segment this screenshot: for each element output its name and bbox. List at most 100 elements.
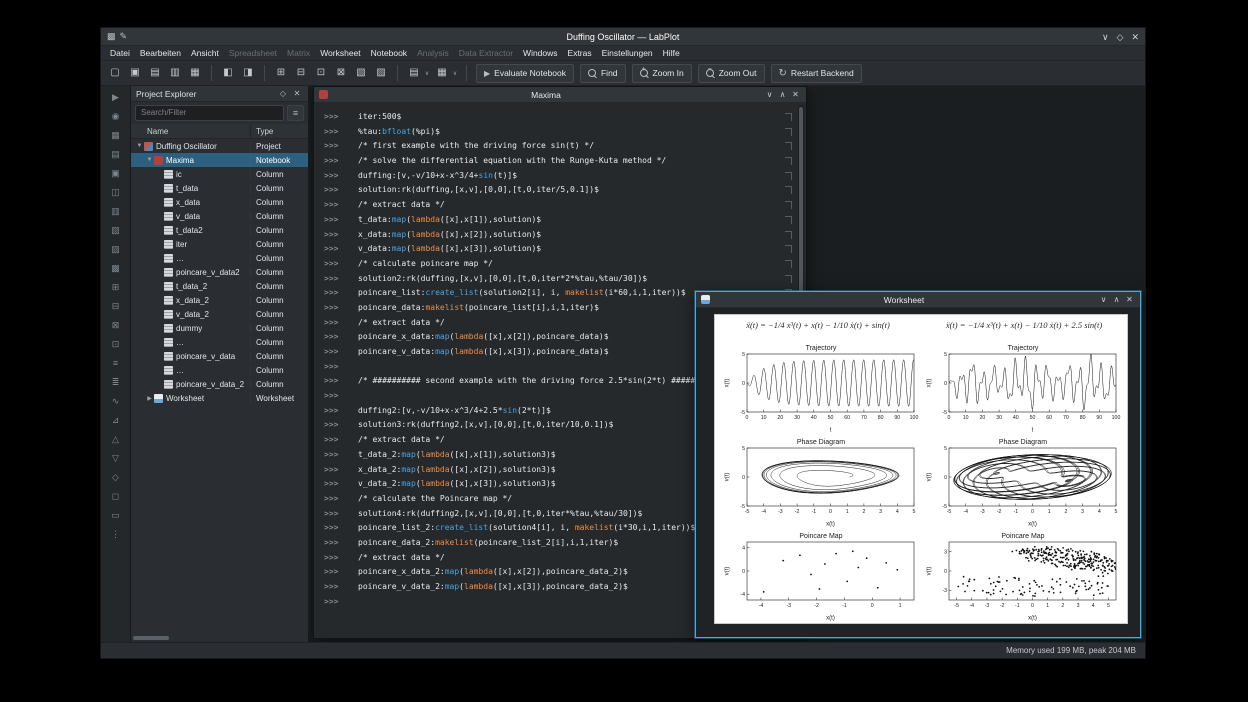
new-matrix-icon[interactable]: ⊞ xyxy=(272,64,290,82)
tree-row-ellipsis[interactable]: … Column xyxy=(131,363,308,377)
tree-row-t-data2[interactable]: t_data2 Column xyxy=(131,223,308,237)
menu-bearbeiten[interactable]: Bearbeiten xyxy=(135,48,186,58)
tree-row-ellipsis[interactable]: … Column xyxy=(131,251,308,265)
tree-row-dummy[interactable]: dummy Column xyxy=(131,321,308,335)
tree-row-poincare-v-data-2[interactable]: poincare_v_data_2 Column xyxy=(131,377,308,391)
new-workbook-icon[interactable]: ◧ xyxy=(219,64,237,82)
document-save-icon[interactable]: ▤ xyxy=(146,64,164,82)
tree-row-poincare-v-data2[interactable]: poincare_v_data2 Column xyxy=(131,265,308,279)
dock-tool-icon-7[interactable]: ▧ xyxy=(108,222,124,238)
plot-trajectory-2[interactable]: Trajectory0 10 20 30 40 50 60 70 80 90 100-505tx(t… xyxy=(925,341,1121,433)
dock-tool-icon-3[interactable]: ▤ xyxy=(108,146,124,162)
new-worksheet-icon[interactable]: ⊟ xyxy=(292,64,310,82)
dock-tool-icon-6[interactable]: ▥ xyxy=(108,203,124,219)
tree-row-x-data-2[interactable]: x_data_2 Column xyxy=(131,293,308,307)
new-datasource-icon[interactable]: ⊠ xyxy=(332,64,350,82)
dock-tool-icon-14[interactable]: ≡ xyxy=(108,355,124,371)
plot-poincare-2[interactable]: Poincare Map -5 -4 -3 -2 -1 0 1 2 3 4 5 -3 0 3 x(t) v(t) xyxy=(925,529,1121,621)
evaluate-notebook-button[interactable]: ▶ Evaluate Notebook xyxy=(476,63,574,83)
new-notebook-icon[interactable]: ⊡ xyxy=(312,64,330,82)
dock-tool-icon-12[interactable]: ⊠ xyxy=(108,317,124,333)
dock-tool-icon-10[interactable]: ⊞ xyxy=(108,279,124,295)
import-icon[interactable]: ▧ xyxy=(352,64,370,82)
plot-trajectory-1[interactable]: Trajectory0 10 20 30 40 50 60 70 80 90 100-505tx(t… xyxy=(723,341,919,433)
restart-backend-button[interactable]: ↻ Restart Backend xyxy=(770,63,862,83)
tree-row-t-data-2[interactable]: t_data_2 Column xyxy=(131,279,308,293)
document-open-icon[interactable]: ▣ xyxy=(126,64,144,82)
notebook-entry-12[interactable]: >>> solution2:rk(duffing,[x,v],[0,0],[t,0… xyxy=(314,272,806,287)
maxima-window-titlebar[interactable]: Maxima ∨ ∧ ✕ xyxy=(314,87,806,103)
search-input[interactable]: Search/Filter xyxy=(135,105,284,121)
notebook-entry-2[interactable]: >>> %tau:bfloat(%pi)$ xyxy=(314,125,806,140)
menu-matrix[interactable]: Matrix xyxy=(282,48,315,58)
dock-tool-icon-18[interactable]: △ xyxy=(108,431,124,447)
tree-row-v-data-2[interactable]: v_data_2 Column xyxy=(131,307,308,321)
menu-worksheet[interactable]: Worksheet xyxy=(315,48,365,58)
tree-row-worksheet[interactable]: ▶ Worksheet Worksheet xyxy=(131,391,308,405)
menu-extras[interactable]: Extras xyxy=(563,48,597,58)
new-spreadsheet-icon[interactable]: ◨ xyxy=(239,64,257,82)
type-column-header[interactable]: Type xyxy=(250,124,308,138)
equation-label-1[interactable]: ẍ(t) = −1/4 x³(t) + x(t) − 1/10 ẋ(t) + s… xyxy=(715,320,921,334)
menu-datei[interactable]: Datei xyxy=(105,48,135,58)
close-panel-button[interactable]: ✕ xyxy=(291,89,303,98)
dock-tool-icon-17[interactable]: ⊿ xyxy=(108,412,124,428)
dock-tool-icon-2[interactable]: ▦ xyxy=(108,127,124,143)
dock-tool-icon-1[interactable]: ◉ xyxy=(108,108,124,124)
zoom-in-button[interactable]: + Zoom In xyxy=(631,63,692,83)
notebook-entry-1[interactable]: >>> iter:500$ xyxy=(314,110,806,125)
window-minimize-button[interactable]: ∨ xyxy=(1098,295,1109,304)
name-column-header[interactable]: Name xyxy=(131,127,250,136)
titlebar[interactable]: ▩ ✎ Duffing Oscillator — LabPlot ∨ ◇ ✕ xyxy=(101,28,1145,46)
dock-tool-icon-8[interactable]: ▨ xyxy=(108,241,124,257)
dock-tool-icon-13[interactable]: ⊡ xyxy=(108,336,124,352)
menu-ansicht[interactable]: Ansicht xyxy=(186,48,224,58)
expander-icon[interactable]: ▼ xyxy=(135,143,144,149)
dock-tool-icon-23[interactable]: ⋮ xyxy=(108,526,124,542)
menu-einstellungen[interactable]: Einstellungen xyxy=(597,48,658,58)
menu-spreadsheet[interactable]: Spreadsheet xyxy=(224,48,282,58)
menu-data-extractor[interactable]: Data Extractor xyxy=(454,48,518,58)
project-explorer-header[interactable]: Project Explorer ◇ ✕ xyxy=(131,86,308,102)
find-button[interactable]: Find xyxy=(579,63,626,83)
expander-icon[interactable]: ▼ xyxy=(145,157,154,163)
minimize-button[interactable]: ∨ xyxy=(1102,29,1109,45)
tree-row-t-data[interactable]: t_data Column xyxy=(131,181,308,195)
notebook-entry-5[interactable]: >>> duffing:[v,-v/10+x-x^3/4+sin(t)]$ xyxy=(314,169,806,184)
expander-icon[interactable]: ▶ xyxy=(145,395,154,402)
notebook-entry-3[interactable]: >>> /* first example with the driving for… xyxy=(314,139,806,154)
filter-options-button[interactable]: ≡ xyxy=(287,105,304,121)
notebook-entry-6[interactable]: >>> solution:rk(duffing,[x,v],[0,0],[t,0,… xyxy=(314,183,806,198)
dock-tool-icon-11[interactable]: ⊟ xyxy=(108,298,124,314)
close-button[interactable]: ✕ xyxy=(1131,29,1139,45)
dock-tool-icon-22[interactable]: ▭ xyxy=(108,507,124,523)
dock-tool-icon-21[interactable]: ◻ xyxy=(108,488,124,504)
float-panel-button[interactable]: ◇ xyxy=(277,89,289,98)
menu-hilfe[interactable]: Hilfe xyxy=(658,48,685,58)
worksheet-window-titlebar[interactable]: Worksheet ∨ ∧ ✕ xyxy=(696,292,1140,308)
tree-row-maxima[interactable]: ▼ Maxima Notebook xyxy=(131,153,308,167)
menu-notebook[interactable]: Notebook xyxy=(366,48,412,58)
notebook-entry-11[interactable]: >>> /* calculate poincare map */ xyxy=(314,257,806,272)
tree-row-x-data[interactable]: x_data Column xyxy=(131,195,308,209)
tree-row-ellipsis[interactable]: … Column xyxy=(131,335,308,349)
tree-row-duffing-oscillator[interactable]: ▼ Duffing Oscillator Project xyxy=(131,139,308,153)
window-maximize-button[interactable]: ∧ xyxy=(777,90,788,99)
notebook-entry-10[interactable]: >>> v_data:map(lambda([x],x[3]),solution)… xyxy=(314,242,806,257)
zoom-out-button[interactable]: − Zoom Out xyxy=(697,63,765,83)
dock-tool-icon-15[interactable]: ≣ xyxy=(108,374,124,390)
notebook-entry-8[interactable]: >>> t_data:map(lambda([x],x[1]),solution)… xyxy=(314,213,806,228)
plot-poincare-1[interactable]: Poincare Map -4 -3 -2 -1 0 1 -4 0 4 x(t) v(t) xyxy=(723,529,919,621)
dock-tool-icon-19[interactable]: ▽ xyxy=(108,450,124,466)
print-preview-icon[interactable]: ▦ xyxy=(186,64,204,82)
dock-tool-icon-20[interactable]: ◇ xyxy=(108,469,124,485)
menu-analysis[interactable]: Analysis xyxy=(412,48,454,58)
notebook-entry-9[interactable]: >>> x_data:map(lambda([x],x[2]),solution)… xyxy=(314,228,806,243)
import-dropdown[interactable]: ▦ ∨ xyxy=(433,64,459,82)
dock-tool-icon-16[interactable]: ∿ xyxy=(108,393,124,409)
window-minimize-button[interactable]: ∨ xyxy=(764,90,775,99)
new-object-dropdown[interactable]: ▤ ∨ xyxy=(405,64,431,82)
notebook-entry-7[interactable]: >>> /* extract data */ xyxy=(314,198,806,213)
window-close-button[interactable]: ✕ xyxy=(790,90,801,99)
tree-row-poincare-v-data[interactable]: poincare_v_data Column xyxy=(131,349,308,363)
